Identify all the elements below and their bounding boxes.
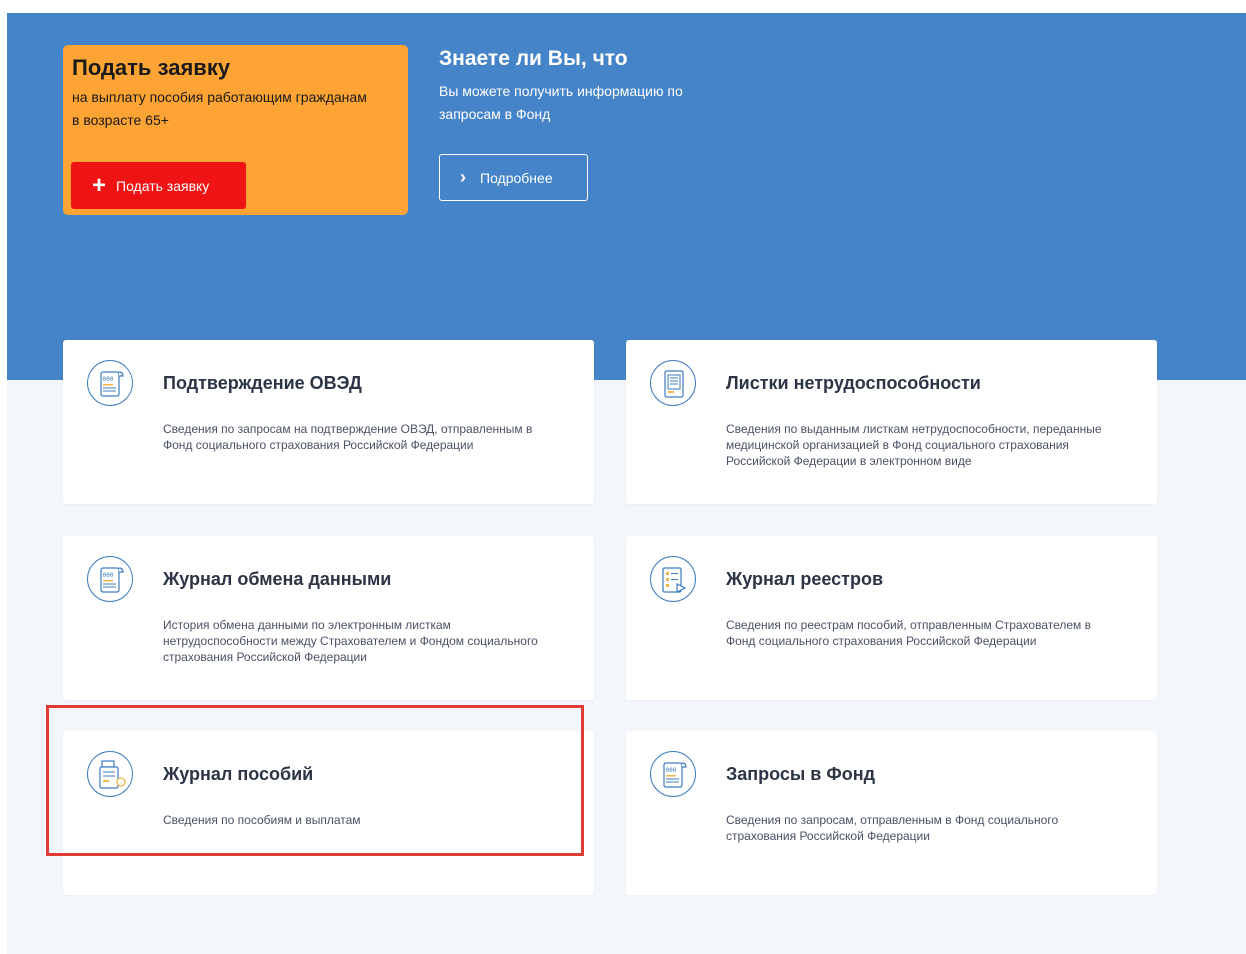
info-title: Знаете ли Вы, что (439, 47, 628, 70)
promo-panel: Подать заявку на выплату пособия работаю… (63, 45, 408, 215)
sick-leave-document-icon (650, 360, 696, 406)
card-description: История обмена данными по электронным ли… (163, 618, 538, 664)
card-title: Журнал обмена данными (163, 569, 392, 589)
card-description: Сведения по выданным листкам нетрудоспос… (726, 422, 1102, 468)
card-title: Журнал пособий (163, 764, 314, 784)
card-title: Подтверждение ОВЭД (163, 373, 362, 393)
hero-banner: Подать заявку на выплату пособия работаю… (7, 13, 1246, 380)
page-frame: Подать заявку на выплату пособия работаю… (7, 13, 1246, 954)
card-registry-journal[interactable]: Журнал реестров Сведения по реестрам пос… (626, 536, 1157, 700)
card-description: Сведения по реестрам пособий, отправленн… (726, 618, 1091, 648)
info-text: Вы можете получить информацию по запроса… (439, 83, 683, 122)
svg-text:000: 000 (103, 572, 114, 579)
card-sick-leaves[interactable]: Листки нетрудоспособности Сведения по вы… (626, 340, 1157, 504)
more-details-button[interactable]: › Подробнее (439, 154, 588, 201)
card-title: Запросы в Фонд (726, 764, 876, 784)
scroll-document-icon: 000 (87, 360, 133, 406)
submit-application-button[interactable]: + Подать заявку (71, 162, 246, 209)
svg-text:000: 000 (666, 767, 677, 774)
card-ovad-confirmation[interactable]: 000 Подтверждение ОВЭД Сведения по запро… (63, 340, 594, 504)
info-panel: Знаете ли Вы, что Вы можете получить инф… (439, 47, 759, 201)
card-data-exchange-journal[interactable]: 000 Журнал обмена данными История обмена… (63, 536, 594, 700)
scroll-document-icon: 000 (650, 751, 696, 797)
svg-text:000: 000 (103, 376, 114, 383)
card-benefits-journal[interactable]: Журнал пособий Сведения по пособиям и вы… (63, 731, 594, 895)
benefits-journal-icon (87, 751, 133, 797)
promo-text: на выплату пособия работающим гражданам … (72, 89, 367, 128)
card-description: Сведения по запросам на подтверждение ОВ… (163, 422, 533, 452)
card-fund-requests[interactable]: 000 Запросы в Фонд Сведения по запросам,… (626, 731, 1157, 895)
card-title: Журнал реестров (726, 569, 884, 589)
card-description: Сведения по запросам, отправленным в Фон… (726, 813, 1059, 843)
submit-application-label: Подать заявку (116, 177, 210, 194)
more-details-label: Подробнее (480, 169, 553, 186)
card-description: Сведения по пособиям и выплатам (163, 813, 361, 827)
card-title: Листки нетрудоспособности (726, 373, 981, 393)
chevron-right-icon: › (460, 167, 466, 187)
registry-document-icon (650, 556, 696, 602)
promo-title: Подать заявку (72, 55, 231, 80)
scroll-document-icon: 000 (87, 556, 133, 602)
plus-icon: + (92, 171, 107, 199)
